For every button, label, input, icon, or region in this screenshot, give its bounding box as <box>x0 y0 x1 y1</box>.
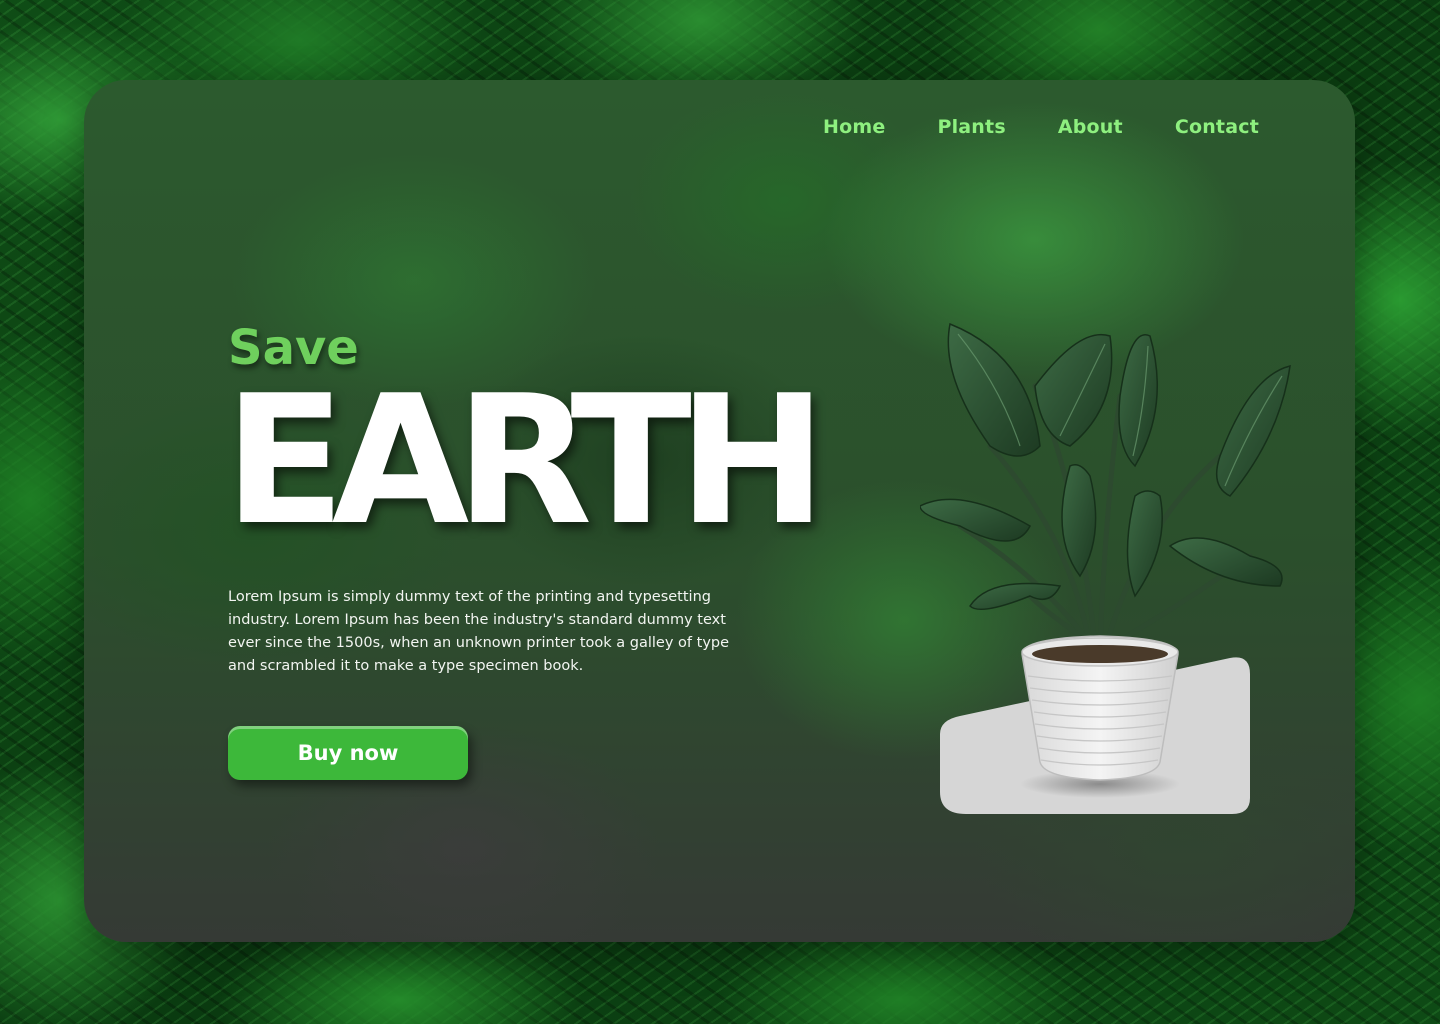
nav-link-home[interactable]: Home <box>823 116 885 138</box>
nav-link-about[interactable]: About <box>1058 116 1123 138</box>
main-nav: Home Plants About Contact <box>823 116 1259 138</box>
nav-item-home: Home <box>823 116 885 138</box>
nav-item-about: About <box>1058 116 1123 138</box>
nav-link-plants[interactable]: Plants <box>937 116 1005 138</box>
nav-item-contact: Contact <box>1175 116 1259 138</box>
nav-link-contact[interactable]: Contact <box>1175 116 1259 138</box>
fern-background: Home Plants About Contact Save EARTH Lor… <box>0 0 1440 1024</box>
buy-now-button[interactable]: Buy now <box>228 726 468 780</box>
nav-item-plants: Plants <box>937 116 1005 138</box>
hero-title: EARTH <box>224 357 827 564</box>
hero-card: Home Plants About Contact Save EARTH Lor… <box>84 80 1355 942</box>
hero-description: Lorem Ipsum is simply dummy text of the … <box>228 589 730 674</box>
potted-plant-icon <box>920 322 1291 814</box>
